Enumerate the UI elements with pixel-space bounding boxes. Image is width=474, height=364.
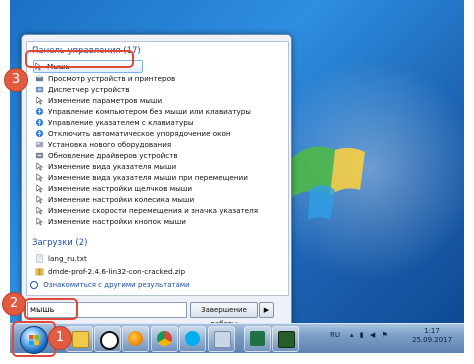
- shutdown-button[interactable]: Завершение работы: [190, 302, 258, 328]
- result-label: Изменение настройки кнопок мыши: [48, 217, 186, 226]
- result-label: Изменение вида указателя мыши при переме…: [48, 173, 248, 182]
- skype-icon: [185, 331, 200, 346]
- device-manager-icon: [35, 86, 44, 93]
- panda-icon: [100, 331, 119, 350]
- taskbar-app-chrome[interactable]: [151, 326, 178, 352]
- result-item-devices-printers[interactable]: Просмотр устройств и принтеров: [35, 73, 283, 84]
- search-icon: [30, 281, 38, 289]
- callout-step-2: 2: [2, 292, 26, 316]
- language-label: RU: [330, 331, 340, 339]
- downloads-header-label: Загрузки (2): [32, 238, 88, 248]
- result-label: Управление компьютером без мыши или клав…: [48, 107, 251, 116]
- chrome-icon: [157, 331, 172, 346]
- more-results-link[interactable]: Ознакомиться с другими результатами: [30, 281, 190, 289]
- highlight-search-input: [24, 298, 78, 320]
- monitor-icon: [278, 331, 295, 348]
- result-label: Изменение настройки колесика мыши: [48, 195, 195, 204]
- file-label: dmde-prof-2.4.6-lin32-con-cracked.zip: [48, 267, 186, 276]
- result-item-pointer-speed[interactable]: Изменение скорости перемещения и значка …: [35, 205, 283, 216]
- result-item-install-hardware[interactable]: Установка нового оборудования: [35, 139, 283, 150]
- mouse-icon: [36, 184, 44, 193]
- taskbar-app-panda[interactable]: [94, 326, 121, 352]
- disk-icon: [214, 331, 231, 348]
- text-file-icon: [36, 254, 43, 263]
- mouse-icon: [36, 206, 44, 215]
- wallpaper-logo: [288, 146, 365, 220]
- result-label: Обновление драйверов устройств: [48, 151, 178, 160]
- driver-icon: [35, 152, 44, 159]
- callout-step-3: 3: [4, 68, 28, 92]
- highlight-result-mouse: [25, 50, 134, 68]
- flag-icon[interactable]: ⚑: [381, 331, 387, 339]
- callout-number: 1: [55, 330, 65, 345]
- result-item-button-settings[interactable]: Изменение настройки кнопок мыши: [35, 216, 283, 227]
- taskbar-app-disk[interactable]: [208, 326, 235, 352]
- accessibility-icon: [35, 107, 44, 116]
- result-item-no-mouse-keyboard[interactable]: Управление компьютером без мыши или клав…: [35, 106, 283, 117]
- result-label: Отключить автоматическое упорядочение ок…: [48, 129, 231, 138]
- accessibility-icon: [35, 129, 44, 138]
- firefox-icon: [128, 331, 143, 346]
- result-item-wheel-settings[interactable]: Изменение настройки колесика мыши: [35, 194, 283, 205]
- callout-number: 2: [9, 296, 19, 311]
- mouse-icon: [36, 195, 44, 204]
- result-item-disable-window-arrange[interactable]: Отключить автоматическое упорядочение ок…: [35, 128, 283, 139]
- zip-file-icon: [35, 268, 44, 276]
- result-item-mouse-settings[interactable]: Изменение параметров мыши: [35, 95, 283, 106]
- taskbar-app-excel[interactable]: [244, 326, 271, 352]
- mouse-icon: [36, 162, 44, 171]
- result-label: Диспетчер устройств: [48, 85, 130, 94]
- chevron-up-icon[interactable]: ▴: [350, 331, 354, 339]
- callout-step-1: 1: [48, 326, 72, 350]
- result-item-update-drivers[interactable]: Обновление драйверов устройств: [35, 150, 283, 161]
- search-results-pane: Панель управления (17) Мышь Просмотр уст…: [26, 41, 289, 296]
- network-icon[interactable]: ▮: [360, 331, 364, 339]
- mouse-icon: [36, 173, 44, 182]
- volume-icon[interactable]: ◀: [370, 331, 375, 339]
- printer-icon: [35, 74, 44, 82]
- taskbar-app-task-manager[interactable]: [272, 326, 299, 352]
- system-tray: ▴ ▮ ◀ ⚑: [350, 331, 410, 339]
- clock[interactable]: 1:17 25.09.2017: [412, 327, 452, 345]
- clock-time: 1:17: [424, 327, 440, 335]
- result-item-pointer-appearance[interactable]: Изменение вида указателя мыши: [35, 161, 283, 172]
- result-label: Управление указателем с клавиатуры: [48, 118, 194, 127]
- mouse-icon: [36, 96, 44, 105]
- result-label: Просмотр устройств и принтеров: [48, 74, 176, 83]
- file-item-dmde[interactable]: dmde-prof-2.4.6-lin32-con-cracked.zip: [35, 266, 283, 277]
- result-label: Установка нового оборудования: [48, 140, 172, 149]
- downloads-header: Загрузки (2): [32, 238, 87, 250]
- result-item-pointer-moving[interactable]: Изменение вида указателя мыши при переме…: [35, 172, 283, 183]
- result-label: Изменение настройки щелчков мыши: [48, 184, 193, 193]
- result-label: Изменение скорости перемещения и значка …: [48, 206, 259, 215]
- accessibility-icon: [35, 118, 44, 127]
- result-label: Изменение параметров мыши: [48, 96, 163, 105]
- file-label: lang_ru.txt: [48, 254, 87, 263]
- chevron-right-icon: ▶: [263, 306, 270, 314]
- hardware-icon: [35, 141, 44, 148]
- shutdown-options-button[interactable]: ▶: [259, 302, 274, 318]
- language-indicator[interactable]: RU: [330, 331, 340, 339]
- callout-number: 3: [11, 72, 21, 87]
- mouse-icon: [36, 217, 44, 226]
- more-results-label: Ознакомиться с другими результатами: [43, 281, 190, 289]
- excel-icon: [250, 331, 265, 346]
- folder-icon: [72, 331, 89, 348]
- result-label: Изменение вида указателя мыши: [48, 162, 177, 171]
- taskbar-app-skype[interactable]: [179, 326, 206, 352]
- taskbar-app-firefox[interactable]: [122, 326, 149, 352]
- clock-date: 25.09.2017: [412, 336, 453, 344]
- result-item-device-manager[interactable]: Диспетчер устройств: [35, 84, 283, 95]
- start-menu: Панель управления (17) Мышь Просмотр уст…: [21, 34, 292, 325]
- result-item-click-settings[interactable]: Изменение настройки щелчков мыши: [35, 183, 283, 194]
- result-item-keyboard-pointer[interactable]: Управление указателем с клавиатуры: [35, 117, 283, 128]
- file-item-lang[interactable]: lang_ru.txt: [35, 253, 283, 264]
